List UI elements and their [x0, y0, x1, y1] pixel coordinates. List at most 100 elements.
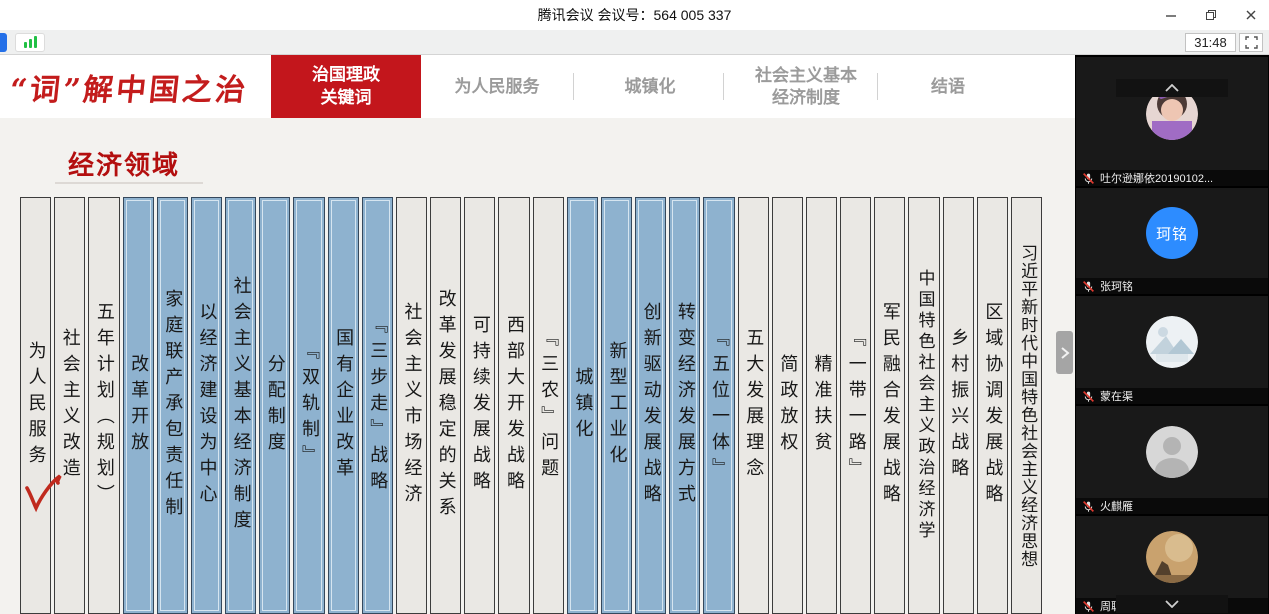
- avatar: [1146, 531, 1198, 583]
- participant-name-bar: 火麒雁: [1076, 498, 1268, 514]
- keyword-column: 以经济建设为中心: [191, 197, 222, 614]
- keyword-label: 城镇化: [573, 367, 591, 445]
- keyword-label: 『一带一路』: [847, 328, 865, 484]
- heading-underline: [55, 182, 203, 184]
- meeting-timer: 31:48: [1185, 33, 1236, 52]
- participant-tile[interactable]: 蒙在渠: [1076, 296, 1268, 404]
- tab-shehuizhuyi-jingji[interactable]: 社会主义基本 经济制度: [736, 55, 876, 118]
- participant-tile[interactable]: 珂铭 张珂铭: [1076, 188, 1268, 294]
- keyword-column: 改革开放: [123, 197, 154, 614]
- tab-divider: [723, 73, 724, 100]
- keyword-column: 简政放权: [772, 197, 803, 614]
- participant-name: 蒙在渠: [1100, 388, 1133, 404]
- screen-share-stage: “词”解中国之治 治国理政 关键词 为人民服务 城镇化 社会主义基本 经济制度 …: [0, 55, 1075, 614]
- keyword-label: 家庭联产承包责任制: [163, 289, 181, 523]
- window-controls: [1163, 0, 1259, 30]
- participant-name-bar: 张珂铭: [1076, 278, 1268, 294]
- keyword-label: 区域协调发展战略: [983, 302, 1001, 510]
- keyword-column: 可持续发展战略: [464, 197, 495, 614]
- keyword-column: 习近平新时代中国特色社会主义经济思想: [1011, 197, 1042, 614]
- keyword-column: 创新驱动发展战略: [635, 197, 666, 614]
- keyword-label: 五大发展理念: [744, 328, 762, 484]
- keyword-column: 社会主义市场经济: [396, 197, 427, 614]
- keyword-label: 改革发展稳定的关系: [437, 289, 455, 523]
- keyword-column: 乡村振兴战略: [943, 197, 974, 614]
- participant-tile[interactable]: 吐尔逊娜依20190102...: [1076, 57, 1268, 186]
- chevron-right-icon: [1060, 346, 1070, 360]
- keyword-label: 『三步走』战略: [368, 315, 386, 497]
- keyword-column: 社会主义基本经济制度: [225, 197, 256, 614]
- participant-name: 张珂铭: [1100, 278, 1133, 294]
- participant-name: 吐尔逊娜依20190102...: [1100, 170, 1213, 186]
- meeting-toolbar: 31:48: [0, 30, 1269, 55]
- keyword-column: 国有企业改革: [328, 197, 359, 614]
- keyword-column: 改革发展稳定的关系: [430, 197, 461, 614]
- close-icon: [1244, 8, 1258, 22]
- mic-muted-icon: [1082, 500, 1095, 513]
- keyword-column: 『一带一路』: [840, 197, 871, 614]
- avatar: [1146, 316, 1198, 368]
- timer-value: 31:48: [1194, 35, 1227, 50]
- keyword-label: 『五位一体』: [710, 328, 728, 484]
- network-quality-icon: [34, 36, 37, 48]
- chevron-up-icon: [1164, 84, 1180, 92]
- keyword-label: 可持续发展战略: [471, 315, 489, 497]
- keyword-label: 社会主义改造: [61, 328, 79, 484]
- keyword-column: 城镇化: [567, 197, 598, 614]
- scroll-down-button[interactable]: [1116, 595, 1228, 613]
- keyword-column: 分配制度: [259, 197, 290, 614]
- network-quality-icon: [29, 39, 32, 48]
- keyword-column: 『三农』问题: [533, 197, 564, 614]
- keyword-label: 新型工业化: [608, 341, 626, 471]
- keyword-column: 新型工业化: [601, 197, 632, 614]
- minimize-icon: [1164, 8, 1178, 22]
- keyword-label: 简政放权: [778, 354, 796, 458]
- keyword-column: 转变经济发展方式: [669, 197, 700, 614]
- tencent-meeting-window: 腾讯会议 会议号：564 005 337: [0, 0, 1269, 614]
- keyword-label: 社会主义市场经济: [402, 302, 420, 510]
- mic-muted-icon: [1082, 390, 1095, 403]
- section-heading: 经济领域: [68, 145, 180, 182]
- fullscreen-icon: [1245, 36, 1258, 49]
- keyword-label: 『双轨制』: [300, 341, 318, 471]
- scroll-up-button[interactable]: [1116, 79, 1228, 97]
- network-quality-button[interactable]: [15, 33, 45, 52]
- checkmark-annotation: [22, 471, 66, 519]
- fullscreen-button[interactable]: [1239, 33, 1263, 52]
- titlebar: 腾讯会议 会议号：564 005 337: [0, 0, 1269, 30]
- tab-divider: [877, 73, 878, 100]
- keyword-label: 『三农』问题: [539, 328, 557, 484]
- keyword-label: 乡村振兴战略: [949, 328, 967, 484]
- keyword-column: 社会主义改造: [54, 197, 85, 614]
- keyword-column: 家庭联产承包责任制: [157, 197, 188, 614]
- keyword-column: 西部大开发战略: [498, 197, 529, 614]
- avatar: [1146, 426, 1198, 478]
- slide-navbar: “词”解中国之治 治国理政 关键词 为人民服务 城镇化 社会主义基本 经济制度 …: [0, 55, 1075, 118]
- keyword-column: 五大发展理念: [738, 197, 769, 614]
- keyword-column: 区域协调发展战略: [977, 197, 1008, 614]
- avatar: 珂铭: [1146, 207, 1198, 259]
- keyword-label: 国有企业改革: [334, 328, 352, 484]
- restore-button[interactable]: [1203, 7, 1219, 23]
- keyword-label: 军民融合发展战略: [881, 302, 899, 510]
- tab-zhiguo-lizheng-active[interactable]: 治国理政 关键词: [271, 55, 421, 118]
- tab-weirenmin-fuwu[interactable]: 为人民服务: [430, 55, 564, 118]
- keyword-label: 分配制度: [266, 354, 284, 458]
- keyword-label: 为人民服务: [27, 341, 45, 471]
- mic-muted-icon: [1082, 280, 1095, 293]
- close-button[interactable]: [1243, 7, 1259, 23]
- participant-tile[interactable]: 火麒雁: [1076, 406, 1268, 514]
- network-quality-icon: [24, 42, 27, 48]
- site-logo: “词”解中国之治: [8, 65, 251, 109]
- keyword-label: 转变经济发展方式: [676, 302, 694, 510]
- keyword-label: 改革开放: [129, 354, 147, 458]
- next-slide-button[interactable]: [1056, 331, 1073, 374]
- keyword-label: 西部大开发战略: [505, 315, 523, 497]
- tab-jieyu[interactable]: 结语: [892, 55, 1004, 118]
- restore-icon: [1204, 8, 1218, 22]
- keyword-column: 精准扶贫: [806, 197, 837, 614]
- keyword-column: 五年计划（规划）: [88, 197, 119, 614]
- keyword-label: 中国特色社会主义政治经济学: [916, 269, 933, 542]
- tab-chengzhenhua[interactable]: 城镇化: [588, 55, 712, 118]
- minimize-button[interactable]: [1163, 7, 1179, 23]
